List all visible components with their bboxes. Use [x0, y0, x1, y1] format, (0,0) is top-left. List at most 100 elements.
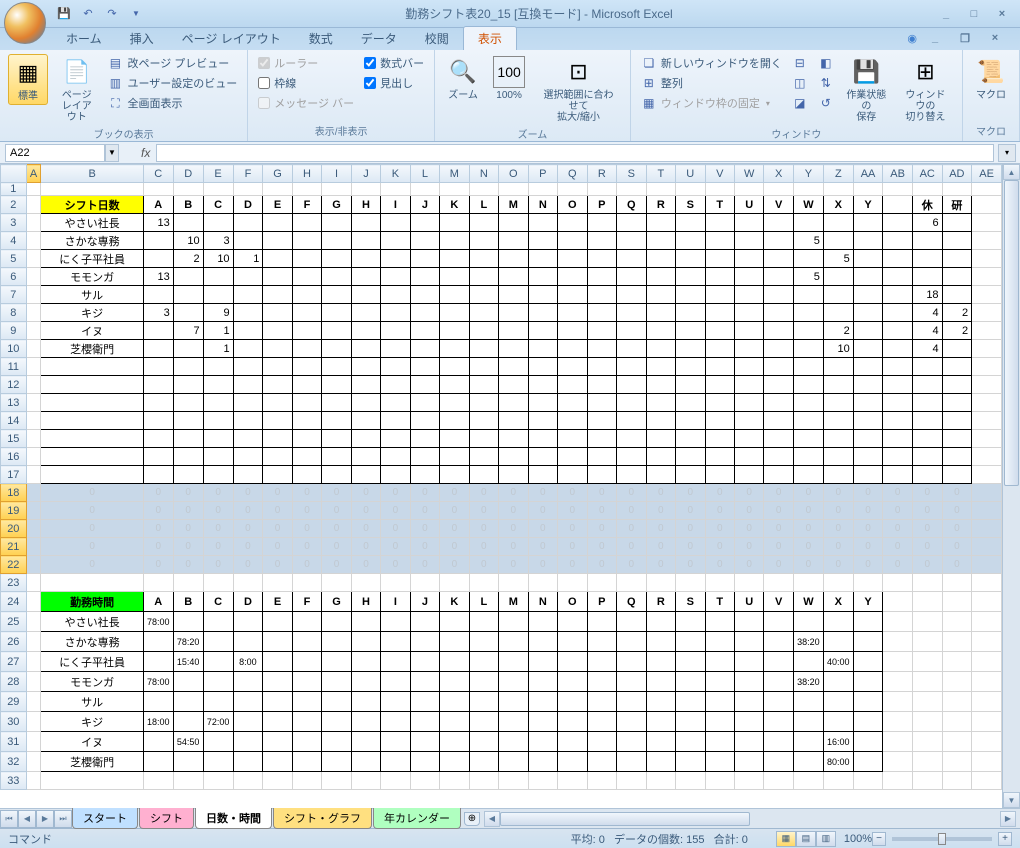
arrange-button[interactable]: ⊞整列 — [639, 74, 784, 92]
cell[interactable] — [143, 340, 173, 358]
cell[interactable]: 勤務時間 — [41, 592, 143, 612]
formula-expand-button[interactable]: ▾ — [998, 144, 1016, 162]
cell[interactable] — [793, 466, 823, 484]
cell[interactable]: 0 — [292, 502, 321, 520]
cell[interactable] — [322, 652, 352, 672]
cell[interactable] — [143, 772, 173, 790]
cell[interactable] — [469, 448, 498, 466]
cell[interactable] — [823, 286, 853, 304]
cell[interactable] — [853, 214, 883, 232]
cell[interactable] — [292, 232, 321, 250]
cell[interactable] — [764, 268, 793, 286]
cell[interactable] — [676, 466, 705, 484]
cell[interactable] — [587, 322, 616, 340]
cell[interactable]: サル — [41, 286, 143, 304]
scroll-right-button[interactable]: ▶ — [1000, 811, 1016, 827]
cell[interactable] — [646, 304, 675, 322]
cell[interactable]: 0 — [233, 502, 263, 520]
cell[interactable] — [381, 430, 410, 448]
cell[interactable]: 4 — [912, 322, 942, 340]
cell[interactable] — [381, 692, 410, 712]
cell[interactable] — [734, 692, 763, 712]
tab-insert[interactable]: 挿入 — [116, 27, 168, 50]
cell[interactable] — [764, 466, 793, 484]
cell[interactable]: やさい社長 — [41, 612, 143, 632]
cell[interactable] — [292, 752, 321, 772]
cell[interactable] — [617, 612, 647, 632]
cell[interactable] — [469, 612, 498, 632]
cell[interactable] — [646, 394, 675, 412]
cell[interactable] — [734, 752, 763, 772]
cell[interactable] — [322, 304, 352, 322]
cell[interactable] — [587, 632, 616, 652]
cell[interactable]: 0 — [292, 538, 321, 556]
cell[interactable]: 0 — [764, 538, 793, 556]
cell[interactable] — [41, 466, 143, 484]
cell[interactable]: 0 — [942, 538, 972, 556]
cell[interactable] — [41, 430, 143, 448]
cell[interactable]: 4 — [912, 304, 942, 322]
cell[interactable] — [617, 752, 647, 772]
cell[interactable] — [499, 322, 529, 340]
cell[interactable] — [734, 232, 763, 250]
cell[interactable] — [972, 556, 1002, 574]
cell[interactable] — [587, 214, 616, 232]
cell[interactable]: 78:00 — [143, 612, 173, 632]
cell[interactable] — [173, 430, 203, 448]
cell[interactable] — [764, 376, 793, 394]
cell[interactable] — [410, 183, 439, 196]
cell[interactable] — [942, 376, 972, 394]
cell[interactable] — [499, 692, 529, 712]
qat-dropdown-icon[interactable]: ▼ — [128, 6, 144, 22]
cell[interactable]: 0 — [912, 556, 942, 574]
cell[interactable] — [292, 340, 321, 358]
zoom-selection-button[interactable]: ⊡選択範囲に合わせて 拡大/縮小 — [535, 54, 622, 125]
cell[interactable] — [705, 752, 734, 772]
cell[interactable] — [263, 430, 292, 448]
view-normal-button[interactable]: ▦ — [776, 831, 796, 847]
cell[interactable] — [793, 412, 823, 430]
cell[interactable] — [676, 732, 705, 752]
cell[interactable] — [143, 574, 173, 592]
spreadsheet-grid[interactable]: ABCDEFGHIJKLMNOPQRSTUVWXYZAAABACADAE12シフ… — [0, 164, 1002, 790]
cell[interactable] — [143, 232, 173, 250]
cell[interactable] — [233, 304, 263, 322]
cell[interactable] — [26, 196, 41, 214]
cell[interactable] — [528, 250, 557, 268]
cell[interactable] — [587, 712, 616, 732]
cell[interactable] — [942, 250, 972, 268]
cell[interactable] — [823, 430, 853, 448]
cell[interactable] — [705, 574, 734, 592]
cell[interactable] — [942, 183, 972, 196]
cell[interactable]: 0 — [233, 556, 263, 574]
cell[interactable]: 0 — [883, 556, 913, 574]
cell[interactable]: P — [587, 196, 616, 214]
tab-pagelayout[interactable]: ページ レイアウト — [168, 27, 295, 50]
cell[interactable] — [853, 183, 883, 196]
cell[interactable]: 0 — [883, 520, 913, 538]
cell[interactable]: 16:00 — [823, 732, 853, 752]
cell[interactable] — [705, 672, 734, 692]
cell[interactable] — [351, 232, 380, 250]
cell[interactable] — [734, 652, 763, 672]
cell[interactable]: 0 — [823, 538, 853, 556]
cell[interactable] — [853, 376, 883, 394]
cell[interactable] — [942, 214, 972, 232]
cell[interactable]: 0 — [764, 484, 793, 502]
cell[interactable] — [853, 412, 883, 430]
cell[interactable] — [322, 672, 352, 692]
cell[interactable] — [173, 612, 203, 632]
cell[interactable]: T — [705, 592, 734, 612]
cell[interactable] — [676, 232, 705, 250]
cell[interactable]: U — [734, 196, 763, 214]
cell[interactable] — [528, 574, 557, 592]
cell[interactable]: モモンガ — [41, 672, 143, 692]
cell[interactable] — [734, 712, 763, 732]
cell[interactable] — [173, 692, 203, 712]
cell[interactable] — [942, 574, 972, 592]
cell[interactable] — [26, 358, 41, 376]
cell[interactable]: 5 — [823, 250, 853, 268]
cell[interactable] — [646, 214, 675, 232]
cell[interactable] — [233, 752, 263, 772]
cell[interactable] — [26, 712, 41, 732]
